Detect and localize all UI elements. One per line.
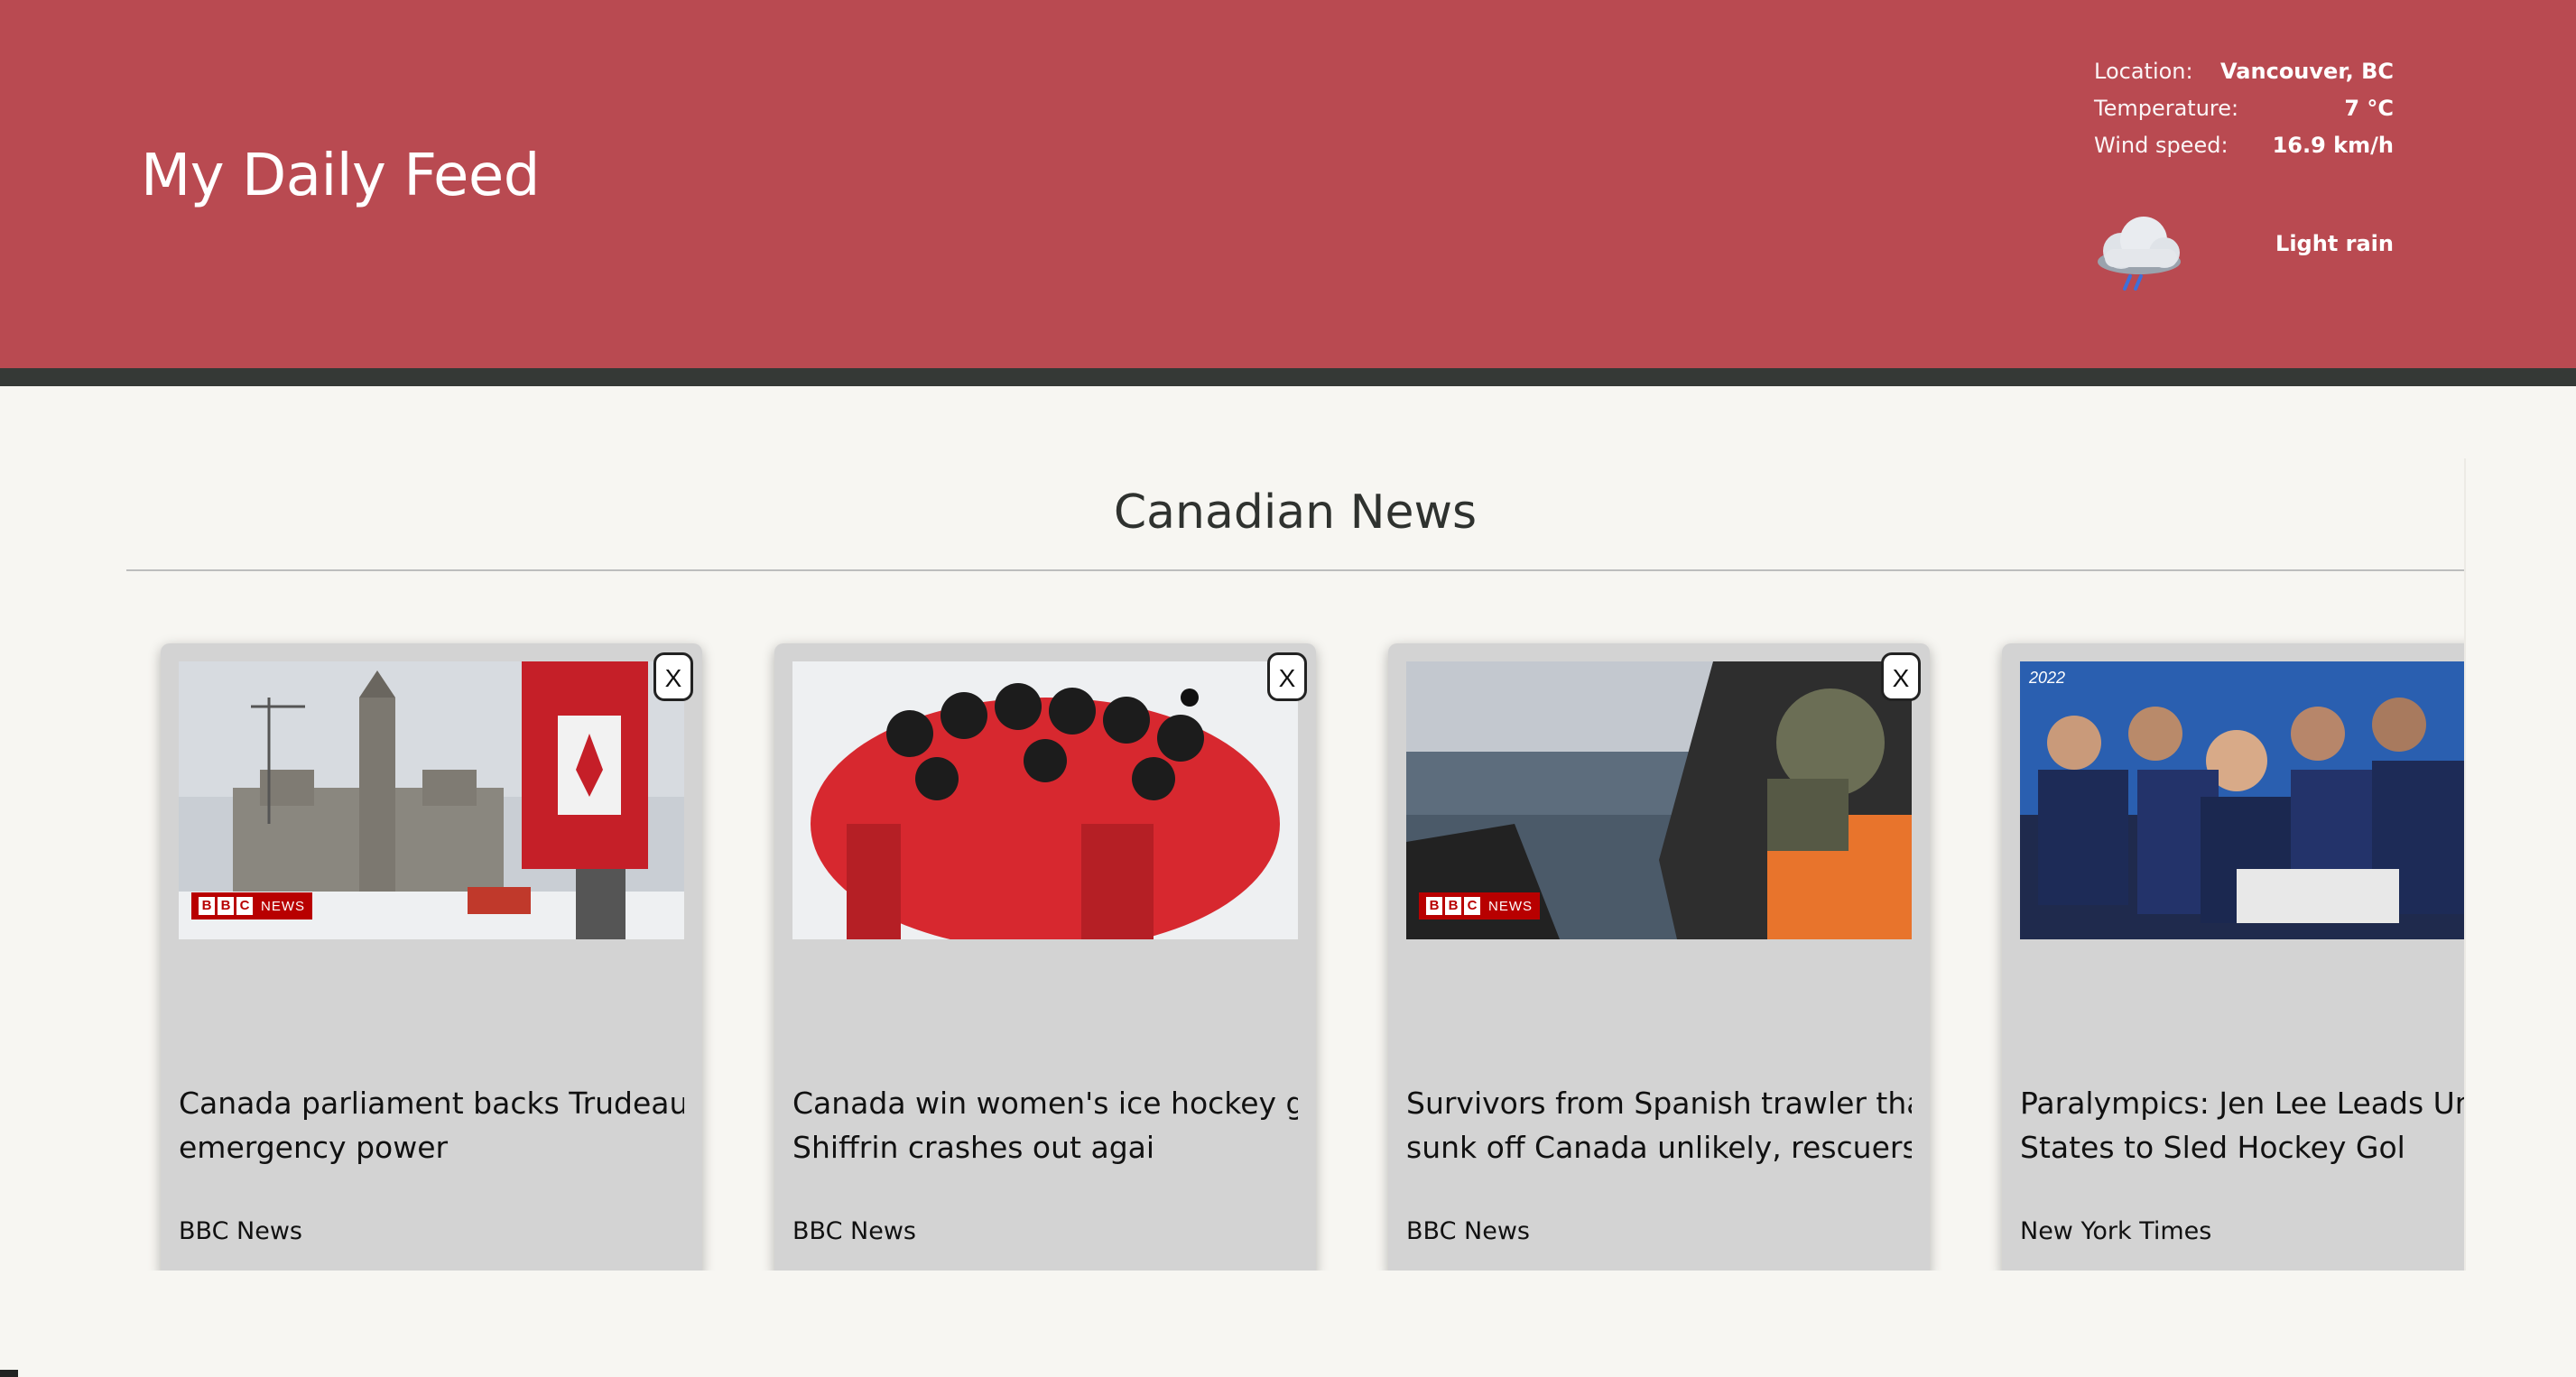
bbc-news-badge: B B C NEWS [1419,892,1540,920]
hockey-celebration-photo [792,661,1298,939]
news-card-source: BBC News [792,1217,916,1245]
header-divider [0,368,2576,386]
news-section: Canadian News B B C NEWS X Canada parlia… [126,458,2466,1271]
image-caption: 2022 [2028,669,2065,687]
news-card-source: BBC News [1406,1217,1530,1245]
section-title: Canadian News [1113,485,1478,540]
news-card-title[interactable]: Canada win women's ice hockey gold, Shif… [792,1081,1298,1169]
news-card-title[interactable]: Paralympics: Jen Lee Leads United States… [2020,1081,2464,1169]
news-card[interactable]: X Canada win women's ice hockey gold, Sh… [774,643,1316,1271]
bbc-badge-letter: B [1445,897,1461,915]
bbc-news-badge: B B C NEWS [191,892,312,920]
close-card-button[interactable]: X [653,652,693,701]
news-card-image[interactable]: 2022 [2020,661,2464,939]
news-card-title-line: sunk off Canada unlikely, rescuers sa [1406,1130,1912,1165]
news-card-title-line: Canada parliament backs Trudeau on [179,1086,684,1121]
weather-condition-text: Light rain [2275,231,2394,256]
weather-temperature-label: Temperature: [2094,95,2239,121]
news-card-title[interactable]: Survivors from Spanish trawler that sunk… [1406,1081,1912,1169]
weather-temperature-value: 7 °C [2344,95,2394,121]
bbc-badge-letter: B [218,897,234,915]
news-card[interactable]: 2022 Paralympics: Jen Lee Leads United S… [2002,643,2464,1271]
weather-wind-value: 16.9 km/h [2272,132,2394,158]
news-card-title-line: emergency power [179,1130,449,1165]
sled-hockey-photo: 2022 [2020,661,2464,939]
weather-temperature-row: Temperature: 7 °C [2094,89,2394,126]
weather-wind-label: Wind speed: [2094,132,2229,158]
weather-wind-row: Wind speed: 16.9 km/h [2094,126,2394,163]
bbc-badge-letter: C [1464,897,1480,915]
close-card-button[interactable]: X [1881,652,1921,701]
news-card-source: New York Times [2020,1217,2212,1245]
news-card-title-line: Paralympics: Jen Lee Leads United [2020,1086,2464,1121]
news-card-image[interactable]: B B C NEWS [1406,661,1912,939]
news-card[interactable]: B B C NEWS X Survivors from Spanish traw… [1388,643,1930,1271]
news-card-title-line: Canada win women's ice hockey gold, [792,1086,1298,1121]
news-card[interactable]: B B C NEWS X Canada parliament backs Tru… [161,643,702,1271]
news-card-title-line: Survivors from Spanish trawler that [1406,1086,1912,1121]
news-card-image[interactable] [792,661,1298,939]
weather-location-value: Vancouver, BC [2220,58,2394,84]
weather-condition: Light rain [2094,206,2394,296]
bbc-badge-letter: B [1426,897,1442,915]
news-card-list: B B C NEWS X Canada parliament backs Tru… [126,643,2464,1271]
bbc-badge-letter: B [199,897,215,915]
window-corner [0,1370,18,1377]
news-card-title-line: States to Sled Hockey Gol [2020,1130,2405,1165]
rain-cloud-icon [2098,217,2181,291]
weather-location-row: Location: Vancouver, BC [2094,52,2394,89]
app-title: My Daily Feed [141,143,540,209]
bbc-badge-letter: C [236,897,253,915]
news-card-title-line: Shiffrin crashes out agai [792,1130,1155,1165]
section-divider [126,569,2464,571]
close-card-button[interactable]: X [1267,652,1307,701]
news-card-source: BBC News [179,1217,302,1245]
news-card-title[interactable]: Canada parliament backs Trudeau on emerg… [179,1081,684,1169]
app-header: My Daily Feed Location: Vancouver, BC Te… [0,0,2576,368]
news-card-image[interactable]: B B C NEWS [179,661,684,939]
weather-widget: Location: Vancouver, BC Temperature: 7 °… [2094,52,2394,291]
bbc-badge-text: NEWS [261,898,305,914]
bbc-badge-text: NEWS [1488,898,1533,914]
weather-location-label: Location: [2094,58,2193,84]
